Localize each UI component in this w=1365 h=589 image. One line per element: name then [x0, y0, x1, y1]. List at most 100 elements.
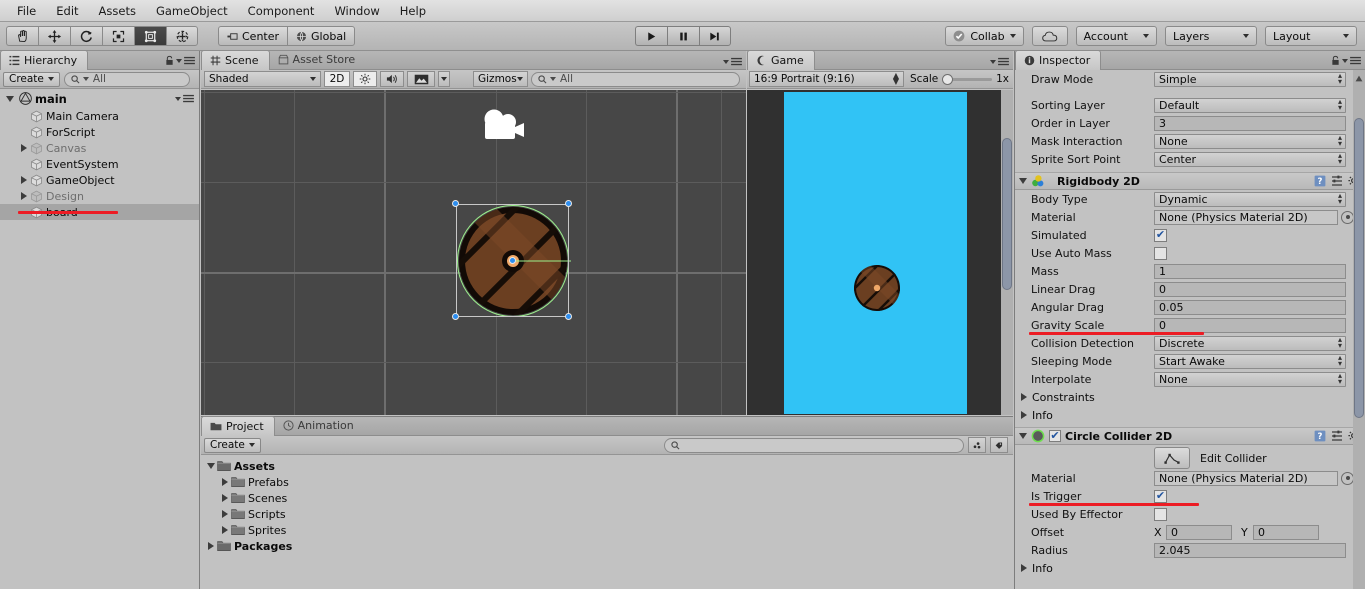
menu-item-edit[interactable]: Edit	[47, 2, 87, 20]
project-search-input[interactable]	[664, 437, 964, 453]
menu-item-help[interactable]: Help	[391, 2, 435, 20]
menu-item-file[interactable]: File	[8, 2, 45, 20]
rigidbody-angular-drag-input[interactable]: 0.05	[1154, 299, 1346, 315]
scene-shading-dropdown[interactable]: Shaded	[204, 71, 321, 87]
edit-collider-button[interactable]	[1154, 447, 1190, 469]
scene-tab-menu[interactable]	[723, 57, 742, 66]
project-item-packages[interactable]: Packages	[201, 538, 1013, 554]
hand-tool-button[interactable]	[6, 26, 38, 46]
hierarchy-item-design[interactable]: Design	[0, 188, 199, 204]
chevron-right-icon[interactable]	[1021, 411, 1027, 419]
project-twisty[interactable]	[219, 510, 231, 518]
pivot-mode-button[interactable]: Center	[218, 26, 288, 46]
game-scrollbar[interactable]	[1001, 90, 1013, 415]
chevron-right-icon[interactable]	[1021, 393, 1027, 401]
project-item-assets[interactable]: Assets	[201, 458, 1013, 474]
inspector-scrollbar[interactable]	[1353, 70, 1365, 589]
rigidbody-interpolate-dropdown[interactable]: None ▴ ▾	[1154, 371, 1346, 387]
tab-hierarchy[interactable]: Hierarchy	[0, 50, 89, 70]
project-create-button[interactable]: Create	[204, 437, 261, 453]
chevron-down-icon[interactable]	[1019, 178, 1027, 184]
rigidbody-info-foldout[interactable]: Info	[1015, 406, 1365, 424]
rigidbody2d-header[interactable]: Rigidbody 2D ?	[1015, 172, 1365, 190]
project-twisty[interactable]	[219, 526, 231, 534]
scene-viewport[interactable]	[201, 90, 746, 415]
selection-handle-tl[interactable]	[452, 200, 459, 207]
rotate-tool-button[interactable]	[70, 26, 102, 46]
hierarchy-item-canvas[interactable]: Canvas	[0, 140, 199, 156]
sprite-renderer-sorting-layer-dropdown[interactable]: Default ▴ ▾	[1154, 97, 1346, 113]
tab-scene[interactable]: Scene	[201, 50, 270, 70]
circle-collider-used-by-effector-checkbox[interactable]	[1154, 507, 1167, 521]
rigidbody-body-type-dropdown[interactable]: Dynamic ▴ ▾	[1154, 191, 1346, 207]
pause-button[interactable]	[666, 26, 699, 46]
selection-handle-br[interactable]	[565, 313, 572, 320]
project-item-scripts[interactable]: Scripts	[201, 506, 1013, 522]
preset-icon[interactable]	[1331, 175, 1343, 187]
hierarchy-twisty[interactable]	[18, 192, 30, 200]
project-twisty[interactable]	[205, 463, 217, 469]
hierarchy-create-button[interactable]: Create	[3, 71, 60, 87]
rect-tool-button[interactable]	[134, 26, 166, 46]
chevron-right-icon[interactable]	[21, 176, 27, 184]
rigidbody-material-objectfield[interactable]: None (Physics Material 2D)	[1154, 209, 1354, 225]
help-icon[interactable]: ?	[1314, 430, 1326, 442]
hierarchy-search-input[interactable]: All	[63, 71, 190, 87]
tab-animation[interactable]: Animation	[275, 416, 364, 435]
selection-handle-bl[interactable]	[452, 313, 459, 320]
hierarchy-item-forscript[interactable]: ForScript	[0, 124, 199, 140]
tab-inspector[interactable]: Inspector	[1015, 50, 1102, 70]
tab-project[interactable]: Project	[201, 416, 275, 436]
hierarchy-item-gameobject[interactable]: GameObject	[0, 172, 199, 188]
hierarchy-scene-menu[interactable]	[175, 94, 199, 103]
inspector-tab-menu[interactable]	[1331, 55, 1361, 66]
project-twisty[interactable]	[205, 542, 217, 550]
hierarchy-twisty[interactable]	[18, 144, 30, 152]
collab-button[interactable]: Collab	[945, 26, 1024, 46]
inspector-scroll-up-arrow[interactable]	[1353, 72, 1365, 85]
sprite-renderer-draw-mode-dropdown[interactable]: Simple ▴ ▾	[1154, 71, 1346, 87]
pivot-handle[interactable]	[509, 257, 516, 264]
circle-collider-is-trigger-checkbox[interactable]	[1154, 489, 1167, 503]
hierarchy-item-eventsystem[interactable]: EventSystem	[0, 156, 199, 172]
selection-handle-tr[interactable]	[565, 200, 572, 207]
offset-x-input[interactable]: 0	[1166, 524, 1232, 540]
project-item-prefabs[interactable]: Prefabs	[201, 474, 1013, 490]
project-filter-type-button[interactable]	[968, 437, 986, 453]
rigidbody-use-auto-mass-checkbox[interactable]	[1154, 246, 1167, 260]
menu-item-gameobject[interactable]: GameObject	[147, 2, 237, 20]
hierarchy-tab-menu[interactable]	[165, 55, 195, 66]
game-aspect-dropdown[interactable]: 16:9 Portrait (9:16) ▲ ▼	[749, 71, 904, 87]
rigidbody-gravity-scale-input[interactable]: 0	[1154, 317, 1346, 333]
transform-tool-button[interactable]	[166, 26, 198, 46]
menu-item-window[interactable]: Window	[325, 2, 388, 20]
circle-collider-info-foldout[interactable]: Info	[1015, 559, 1365, 577]
rigidbody-linear-drag-input[interactable]: 0	[1154, 281, 1346, 297]
scene-effects-toggle[interactable]	[407, 71, 435, 87]
preset-icon[interactable]	[1331, 430, 1343, 442]
rigidbody-collision-detection-dropdown[interactable]: Discrete ▴ ▾	[1154, 335, 1346, 351]
sprite-renderer-mask-interaction-dropdown[interactable]: None ▴ ▾	[1154, 133, 1346, 149]
inspector-scroll-thumb[interactable]	[1354, 118, 1364, 418]
layers-button[interactable]: Layers	[1165, 26, 1257, 46]
circle-collider-material-objectfield[interactable]: None (Physics Material 2D)	[1154, 470, 1354, 486]
chevron-right-icon[interactable]	[1021, 564, 1027, 572]
hierarchy-item-main-camera[interactable]: Main Camera	[0, 108, 199, 124]
scene-search-input[interactable]: All	[531, 71, 740, 87]
hierarchy-twisty[interactable]	[18, 176, 30, 184]
menu-item-component[interactable]: Component	[239, 2, 324, 20]
project-item-sprites[interactable]: Sprites	[201, 522, 1013, 538]
hierarchy-scene-root[interactable]: main	[0, 89, 199, 108]
offset-y-input[interactable]: 0	[1253, 524, 1319, 540]
move-tool-button[interactable]	[38, 26, 70, 46]
chevron-right-icon[interactable]	[222, 510, 228, 518]
rigidbody-mass-input[interactable]: 1	[1154, 263, 1346, 279]
tab-game[interactable]: Game	[747, 50, 815, 70]
space-mode-button[interactable]: Global	[287, 26, 356, 46]
play-button[interactable]	[634, 26, 667, 46]
rigidbody-simulated-checkbox[interactable]	[1154, 228, 1167, 242]
scene-effects-dropdown[interactable]	[438, 71, 450, 87]
game-scale-slider[interactable]	[942, 73, 993, 85]
game-tab-menu[interactable]	[990, 57, 1009, 66]
chevron-down-icon[interactable]	[1019, 433, 1027, 439]
